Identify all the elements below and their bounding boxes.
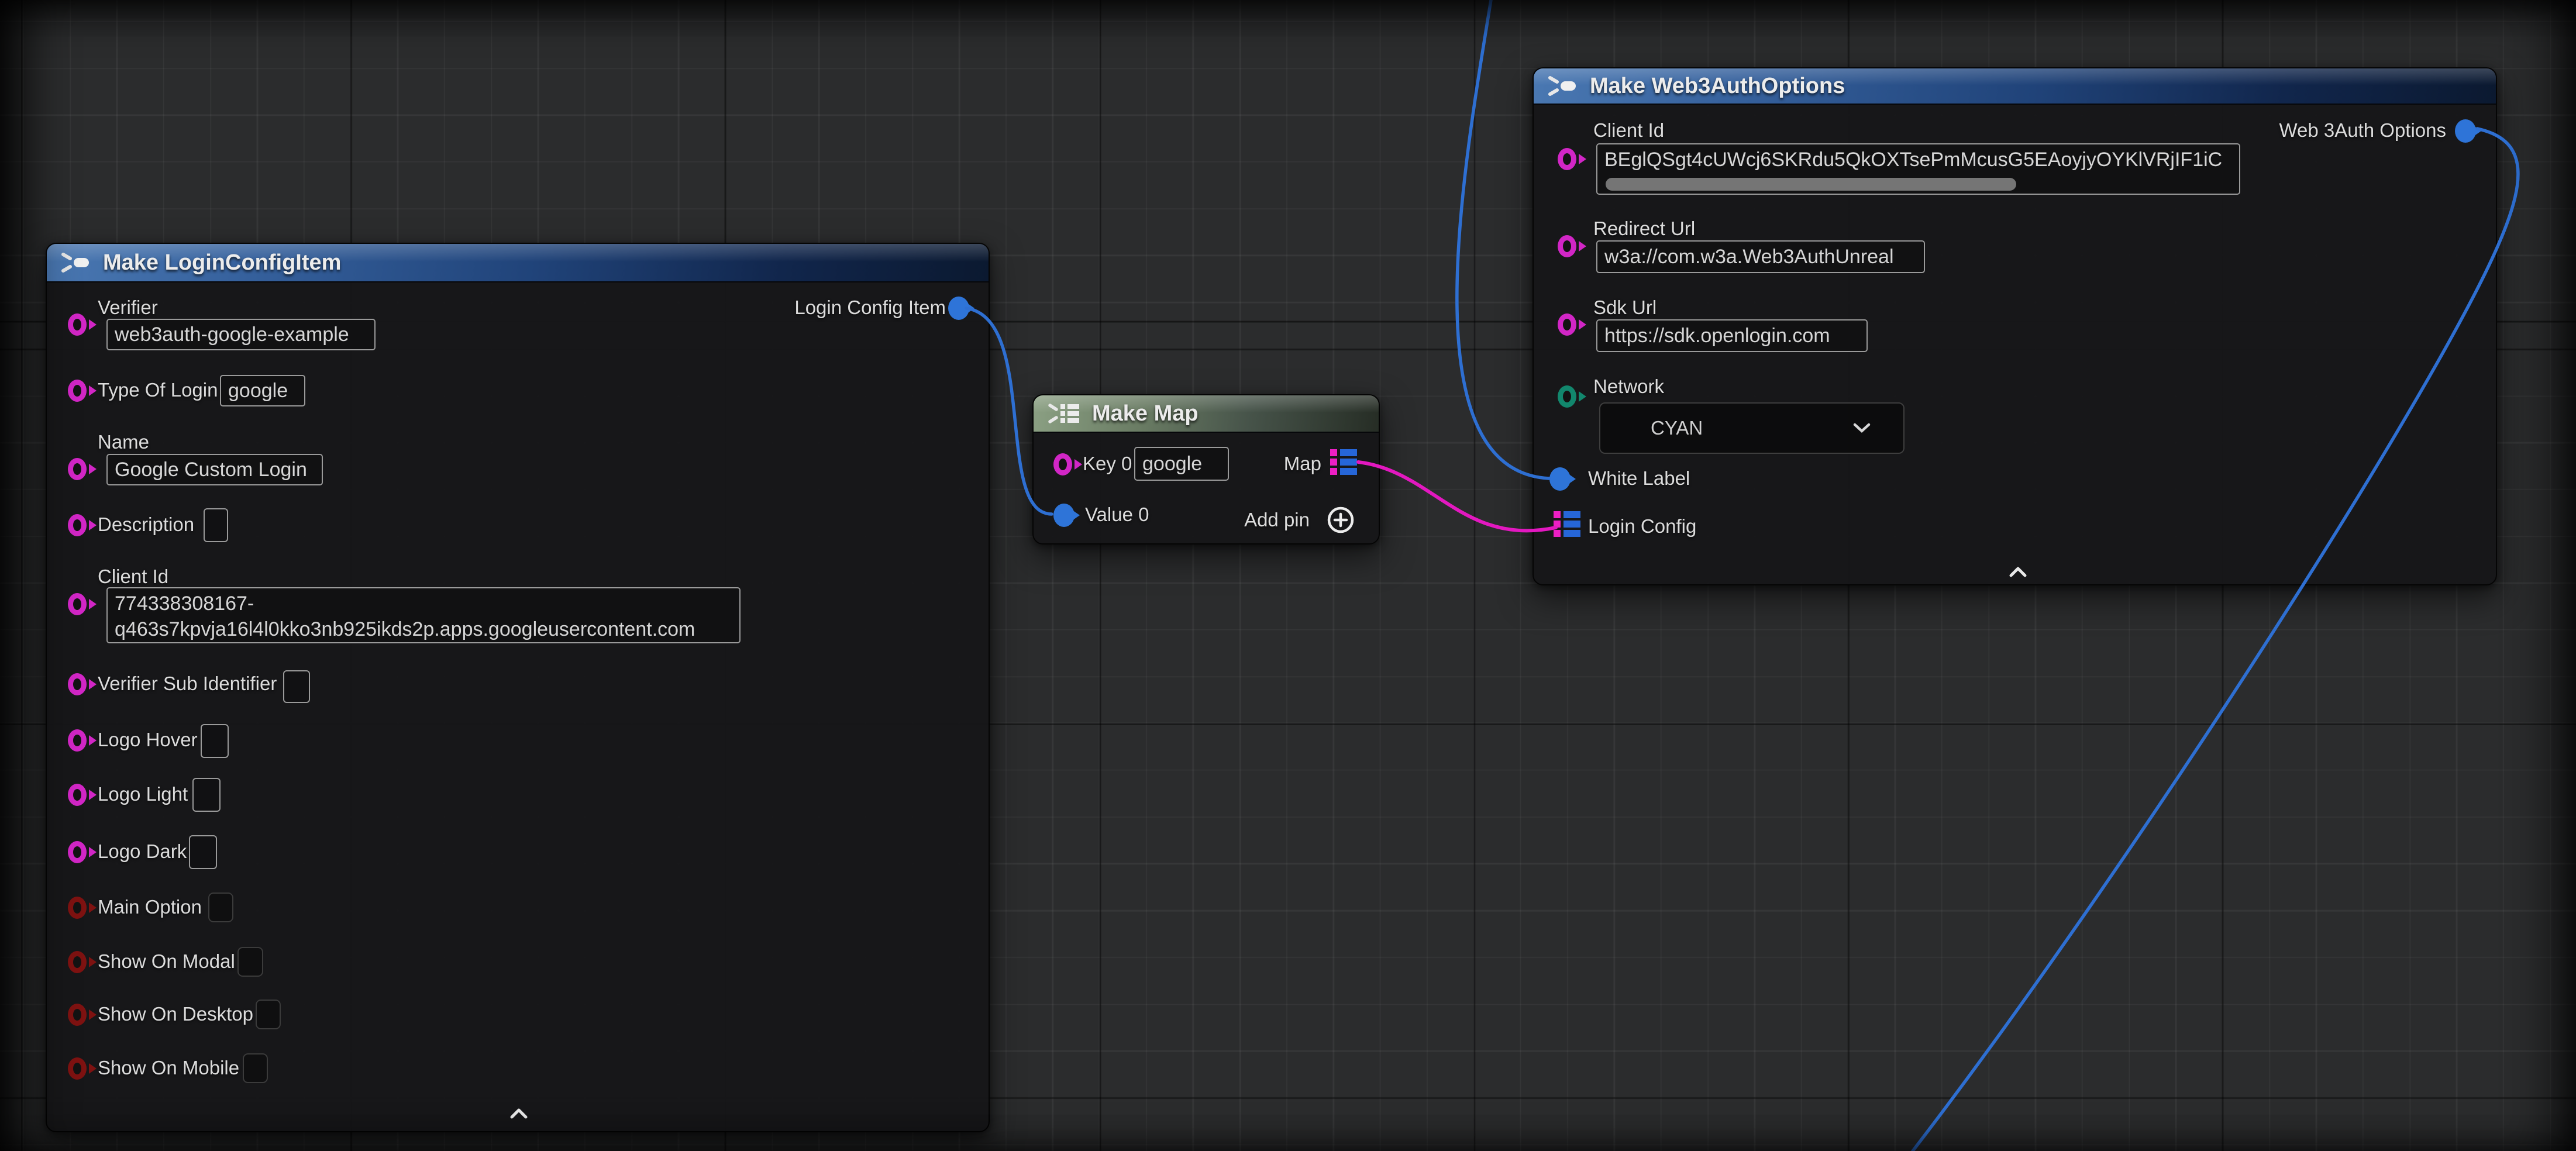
blueprint-graph-canvas[interactable]: Make LoginConfigItem Login Config Item V…	[0, 0, 2576, 1151]
verifier-input[interactable]: web3auth-google-example	[106, 319, 376, 350]
make-struct-icon	[61, 251, 91, 274]
node-header[interactable]: Make LoginConfigItem	[47, 244, 989, 282]
pin-label-verifier-sub-identifier: Verifier Sub Identifier	[98, 672, 277, 695]
pin-client-id[interactable]	[1558, 148, 1576, 170]
pin-white-label[interactable]	[1549, 467, 1571, 491]
pin-label-description: Description	[98, 513, 194, 536]
description-input[interactable]	[204, 508, 228, 542]
node-header[interactable]: Make Map	[1034, 395, 1379, 433]
pin-logo-hover[interactable]	[68, 729, 87, 752]
logo-light-input[interactable]	[192, 778, 221, 812]
name-input[interactable]: Google Custom Login	[106, 454, 323, 485]
logo-hover-input[interactable]	[201, 724, 229, 758]
pin-network[interactable]	[1558, 385, 1576, 408]
redirect-url-input[interactable]: w3a://com.w3a.Web3AuthUnreal	[1596, 240, 1925, 273]
pin-label-value-0: Value 0	[1085, 503, 1149, 526]
client-id-value: BEglQSgt4cUWcj6SKRdu5QkOXTsePmMcusG5EAoy…	[1604, 147, 2222, 173]
chevron-down-icon	[1853, 423, 1871, 433]
pin-redirect-url[interactable]	[1558, 235, 1576, 257]
key-0-input[interactable]: google	[1134, 447, 1229, 481]
client-id-scrollbar[interactable]	[1606, 178, 2016, 191]
client-id-line1: 774338308167-	[115, 591, 732, 616]
pin-key-0[interactable]	[1053, 453, 1072, 475]
pin-label-logo-light: Logo Light	[98, 783, 188, 806]
pin-client-id[interactable]	[68, 593, 87, 615]
show-on-mobile-checkbox[interactable]	[243, 1053, 268, 1083]
pin-main-option[interactable]	[68, 897, 87, 919]
pin-label-type-of-login: Type Of Login	[98, 378, 218, 402]
client-id-input[interactable]: 774338308167- q463s7kpvja16l4l0kko3nb925…	[106, 587, 741, 643]
make-map-icon	[1048, 402, 1080, 425]
pin-login-config[interactable]	[1554, 511, 1580, 537]
pin-verifier[interactable]	[68, 313, 87, 336]
pin-map-output[interactable]	[1330, 449, 1357, 475]
pin-label-client-id: Client Id	[1593, 119, 1664, 142]
pin-type-of-login[interactable]	[68, 380, 87, 402]
pin-label-show-on-mobile: Show On Mobile	[98, 1056, 239, 1080]
pin-logo-light[interactable]	[68, 784, 87, 806]
node-title: Make LoginConfigItem	[103, 250, 341, 275]
type-of-login-input[interactable]: google	[220, 375, 305, 406]
sdk-url-input[interactable]: https://sdk.openlogin.com	[1596, 319, 1868, 352]
pin-verifier-sub-identifier[interactable]	[68, 673, 87, 695]
pin-label-key-0: Key 0	[1083, 452, 1132, 475]
node-title: Make Map	[1092, 401, 1199, 426]
pin-show-on-mobile[interactable]	[68, 1057, 87, 1080]
pin-label-main-option: Main Option	[98, 895, 202, 919]
pin-label-client-id: Client Id	[98, 565, 168, 588]
logo-dark-input[interactable]	[189, 835, 217, 869]
show-on-modal-checkbox[interactable]	[237, 947, 263, 977]
pin-label-web3auth-options: Web 3Auth Options	[2279, 119, 2446, 142]
pin-output-login-config-item[interactable]	[948, 297, 969, 320]
node-title: Make Web3AuthOptions	[1590, 74, 1845, 99]
wire-map-to-login-config[interactable]	[1358, 462, 1556, 530]
pin-value-0[interactable]	[1053, 504, 1075, 527]
pin-label-white-label: White Label	[1588, 467, 1690, 490]
pin-label-name: Name	[98, 430, 149, 454]
node-make-loginconfigitem: Make LoginConfigItem Login Config Item V…	[46, 243, 990, 1132]
verifier-sub-identifier-input[interactable]	[283, 670, 310, 703]
client-id-line2: q463s7kpvja16l4l0kko3nb925ikds2p.apps.go…	[115, 616, 732, 642]
node-make-web3authoptions: Make Web3AuthOptions Client Id Web 3Auth…	[1532, 67, 2497, 585]
collapse-chevron-icon[interactable]	[2009, 566, 2027, 578]
network-selected-value: CYAN	[1651, 417, 1703, 439]
pin-label-logo-hover: Logo Hover	[98, 728, 198, 752]
pin-show-on-modal[interactable]	[68, 951, 87, 973]
pin-logo-dark[interactable]	[68, 841, 87, 863]
network-dropdown[interactable]: CYAN	[1599, 402, 1905, 454]
show-on-desktop-checkbox[interactable]	[256, 1000, 281, 1029]
pin-label-network: Network	[1593, 375, 1664, 398]
pin-label-sdk-url: Sdk Url	[1593, 296, 1657, 319]
pin-name[interactable]	[68, 458, 87, 480]
add-pin-button[interactable]	[1327, 506, 1355, 534]
main-option-checkbox[interactable]	[208, 892, 233, 922]
pin-label-logo-dark: Logo Dark	[98, 840, 187, 863]
node-make-map: Make Map Key 0 google Map Value 0 Add pi…	[1032, 394, 1380, 545]
pin-description[interactable]	[68, 514, 87, 536]
collapse-chevron-icon[interactable]	[509, 1108, 528, 1119]
node-header[interactable]: Make Web3AuthOptions	[1534, 68, 2496, 105]
pin-label-show-on-modal: Show On Modal	[98, 950, 235, 973]
pin-show-on-desktop[interactable]	[68, 1004, 87, 1026]
pin-label-map: Map	[1284, 452, 1321, 475]
add-pin-label: Add pin	[1244, 508, 1310, 532]
make-struct-icon	[1548, 74, 1578, 98]
pin-label-login-config-item: Login Config Item	[794, 296, 946, 319]
pin-sdk-url[interactable]	[1558, 313, 1576, 336]
pin-label-login-config: Login Config	[1588, 515, 1696, 538]
pin-label-redirect-url: Redirect Url	[1593, 217, 1695, 240]
pin-label-verifier: Verifier	[98, 296, 158, 319]
pin-label-show-on-desktop: Show On Desktop	[98, 1002, 253, 1026]
pin-output-web3auth-options[interactable]	[2455, 119, 2476, 143]
